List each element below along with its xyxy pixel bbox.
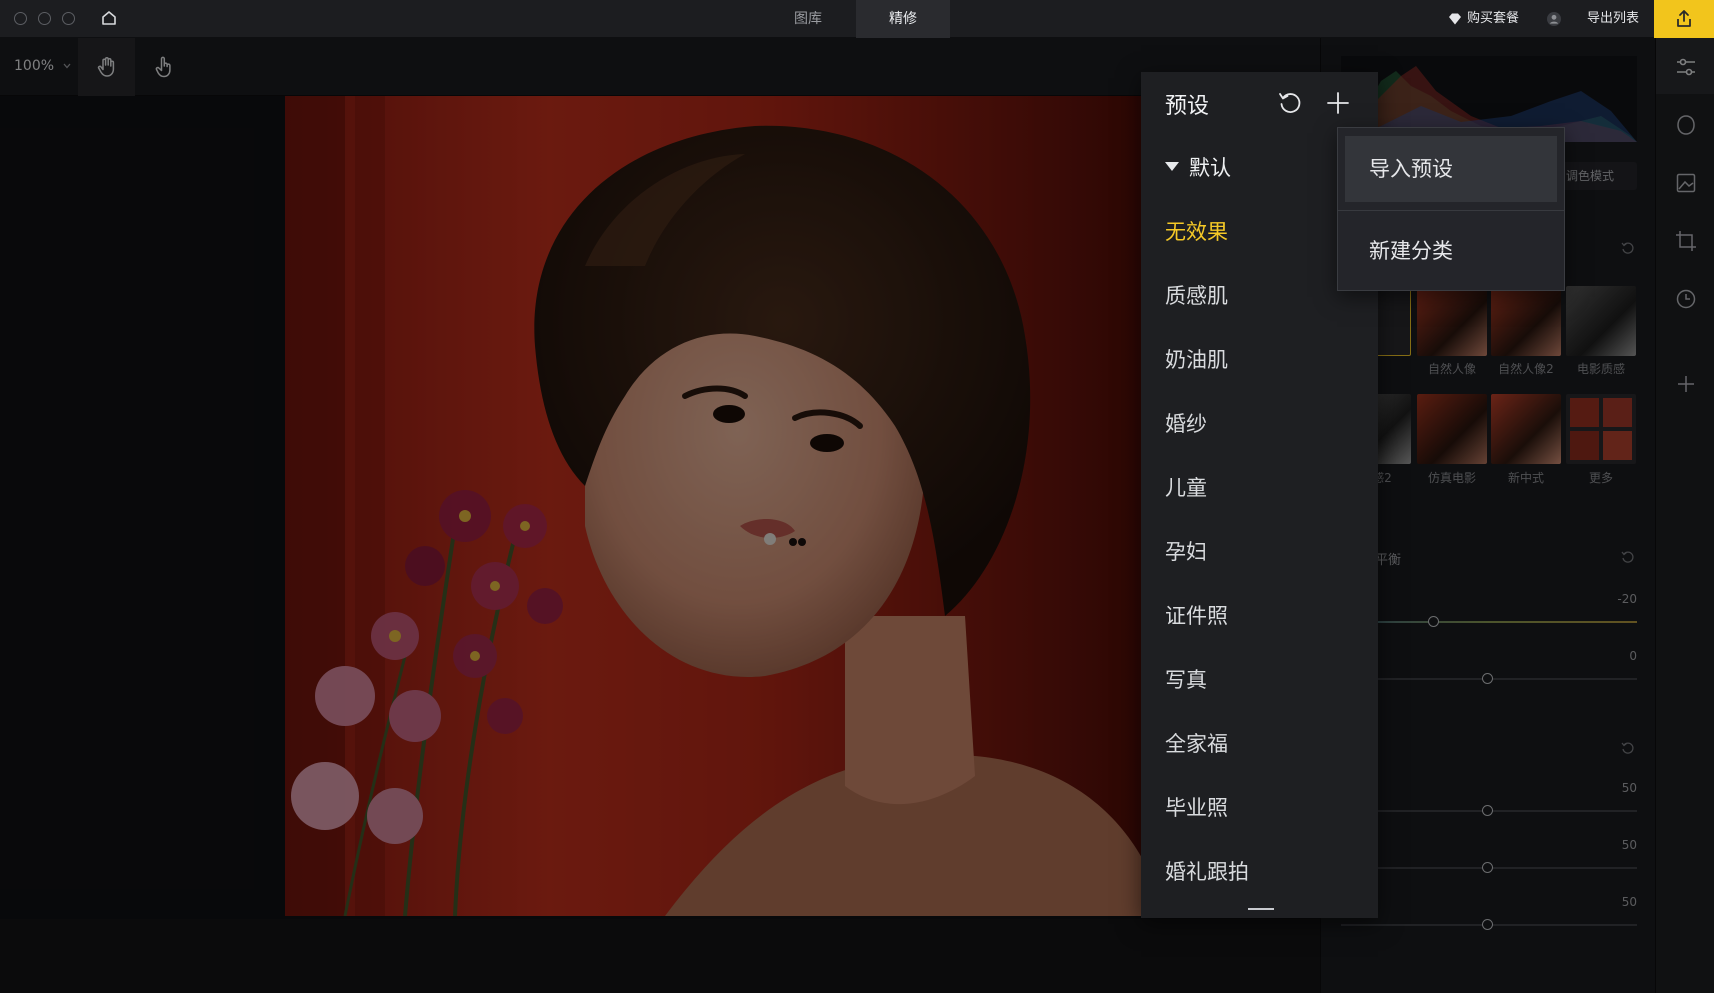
diamond-icon — [1449, 13, 1461, 25]
preset-item-family-photo[interactable]: 全家福 — [1165, 728, 1228, 758]
menu-divider — [1338, 210, 1564, 211]
tab-library[interactable]: 图库 — [766, 0, 850, 38]
window-close-button[interactable] — [14, 12, 27, 25]
preset-item-id-photo[interactable]: 证件照 — [1165, 600, 1228, 630]
preset-group-default[interactable]: 默认 — [1189, 152, 1231, 182]
app-window: 图库 精修 购买套餐 导出列表 100% 调色模式 自然人像 自然人像2 电影质… — [0, 0, 1714, 993]
preset-item-wedding-followup[interactable]: 婚礼跟拍 — [1165, 856, 1249, 886]
preset-menu-title: 预设 — [1165, 94, 1210, 119]
menu-item-import-preset[interactable]: 导入预设 — [1345, 136, 1557, 202]
window-minimize-button[interactable] — [38, 12, 51, 25]
share-icon — [1677, 10, 1691, 27]
window-zoom-button[interactable] — [62, 12, 75, 25]
scroll-indicator[interactable] — [1248, 908, 1274, 910]
avatar-icon[interactable] — [1546, 11, 1562, 27]
buy-package-button[interactable]: 购买套餐 — [1467, 0, 1519, 38]
export-list-button[interactable]: 导出列表 — [1587, 0, 1639, 38]
export-button[interactable] — [1654, 0, 1714, 38]
caret-down-icon[interactable] — [1165, 162, 1179, 171]
plus-icon[interactable] — [1325, 90, 1351, 116]
home-icon[interactable] — [101, 10, 117, 26]
preset-item-creamy-skin[interactable]: 奶油肌 — [1165, 344, 1228, 374]
preset-item-maternity[interactable]: 孕妇 — [1165, 536, 1207, 566]
preset-item-textured-skin[interactable]: 质感肌 — [1165, 280, 1228, 310]
preset-item-no-effect[interactable]: 无效果 — [1165, 216, 1228, 246]
title-bar: 图库 精修 购买套餐 导出列表 — [0, 0, 1714, 38]
preset-item-portrait[interactable]: 写真 — [1165, 664, 1207, 694]
reset-icon[interactable] — [1277, 90, 1303, 116]
preset-item-graduation[interactable]: 毕业照 — [1165, 792, 1228, 822]
add-dropdown-menu: 导入预设 新建分类 — [1337, 127, 1565, 291]
tab-retouch[interactable]: 精修 — [856, 0, 950, 38]
preset-item-children[interactable]: 儿童 — [1165, 472, 1207, 502]
menu-item-new-category[interactable]: 新建分类 — [1345, 218, 1557, 284]
preset-item-wedding-dress[interactable]: 婚纱 — [1165, 408, 1207, 438]
